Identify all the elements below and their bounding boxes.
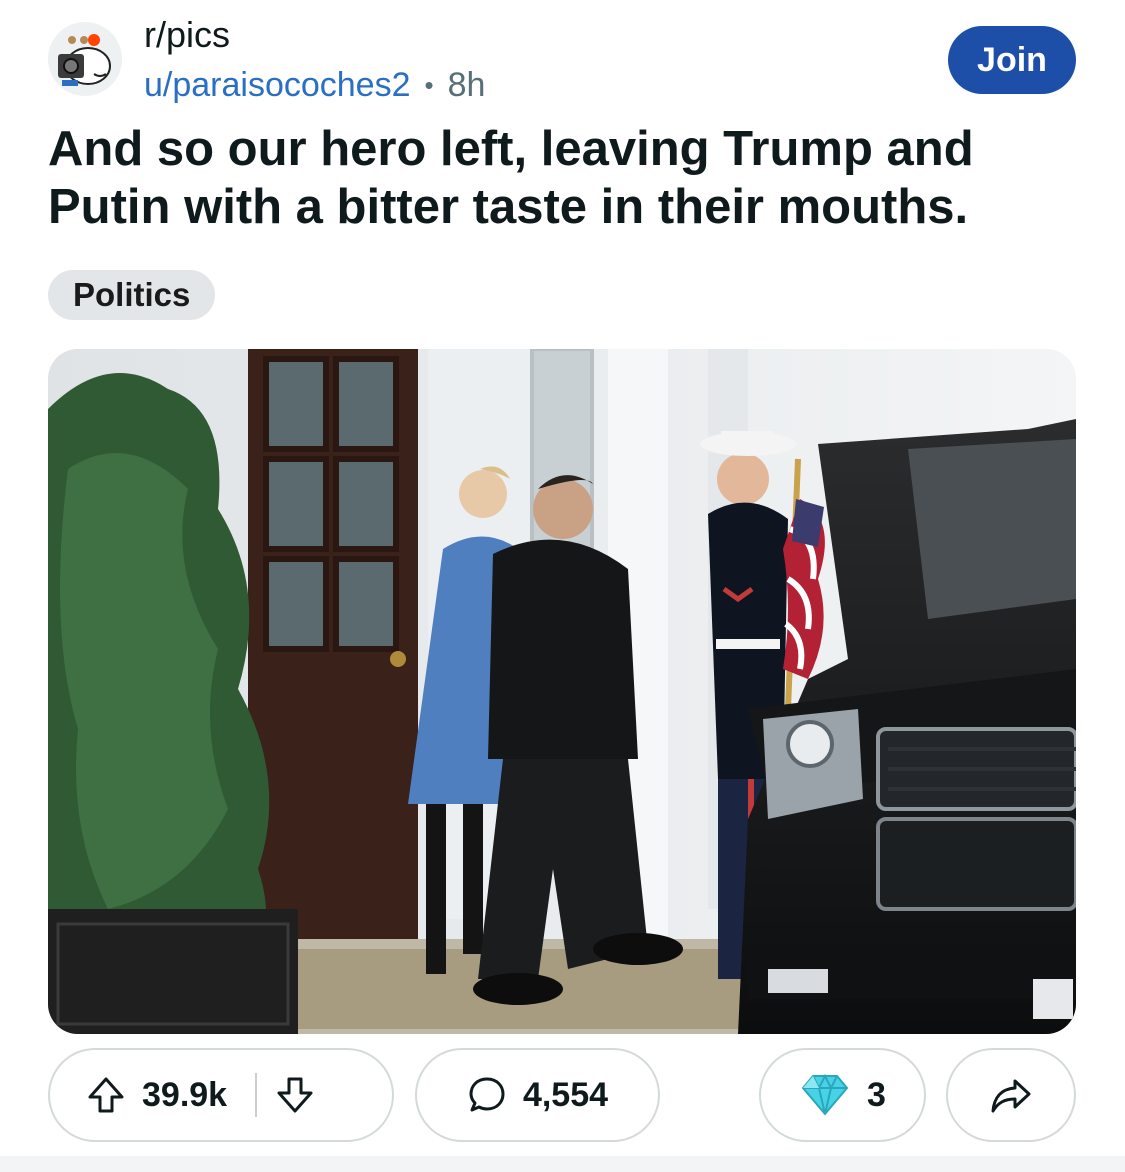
bottom-divider	[0, 1156, 1125, 1172]
author-username[interactable]: u/paraisocoches2	[144, 64, 411, 106]
share-button[interactable]	[946, 1048, 1076, 1142]
join-button[interactable]: Join	[948, 26, 1076, 94]
diamond-award-icon	[799, 1073, 851, 1117]
downvote-arrow-icon[interactable]	[275, 1075, 315, 1115]
comment-count: 4,554	[522, 1075, 609, 1114]
post-age: 8h	[447, 66, 486, 104]
meta-separator: •	[424, 70, 434, 100]
post-card: r/pics u/paraisocoches2 • 8h Join And so…	[0, 0, 1125, 1172]
post-image[interactable]	[48, 349, 1076, 1034]
post-flair[interactable]: Politics	[48, 270, 216, 320]
subreddit-name[interactable]: r/pics	[144, 14, 230, 56]
share-arrow-icon	[989, 1075, 1033, 1115]
post-meta: u/paraisocoches2 • 8h	[144, 64, 485, 106]
vote-divider	[255, 1073, 258, 1117]
vote-control: 39.9k	[48, 1048, 394, 1142]
subreddit-avatar[interactable]	[48, 22, 122, 96]
subreddit-avatar-icon	[48, 22, 122, 96]
comments-button[interactable]: 4,554	[415, 1048, 660, 1142]
upvote-count: 39.9k	[142, 1075, 228, 1114]
award-count: 3	[867, 1075, 886, 1114]
post-title[interactable]: And so our hero left, leaving Trump and …	[48, 120, 1068, 236]
award-button[interactable]: 3	[759, 1048, 926, 1142]
comment-bubble-icon	[467, 1075, 507, 1115]
upvote-arrow-icon[interactable]	[86, 1075, 126, 1115]
post-photo	[48, 349, 1076, 1034]
